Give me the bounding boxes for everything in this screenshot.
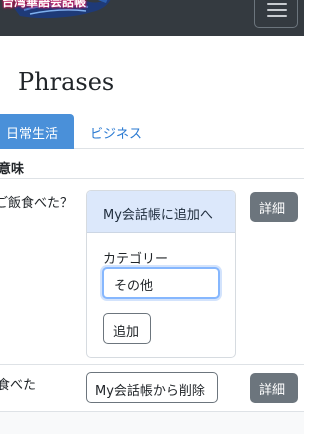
phrase-meaning: ご飯食べた？ [0, 196, 74, 211]
page-title: Phrases [18, 68, 115, 96]
menu-toggle-button[interactable] [254, 0, 298, 28]
logo-text: 台湾華語会話帳 [2, 0, 87, 9]
column-header-meaning: 意味 [0, 162, 25, 177]
logo[interactable]: 台湾華語会話帳 [0, 0, 116, 24]
tab-label: 日常生活 [6, 127, 59, 142]
category-tabs: 日常生活 ビジネス [0, 114, 304, 149]
card-header-title: My会話帳に追加へ [103, 208, 213, 223]
detail-button[interactable]: 詳細 [250, 192, 298, 222]
hamburger-icon [267, 15, 287, 17]
remove-from-notebook-button[interactable]: My会話帳から削除 [86, 372, 218, 403]
divider [0, 364, 304, 365]
tab-business[interactable]: ビジネス [90, 123, 142, 142]
navbar: 台湾華語会話帳 [0, 0, 304, 36]
detail-button-label: 詳細 [259, 202, 286, 217]
detail-button-label: 詳細 [259, 383, 286, 398]
card-header[interactable]: My会話帳に追加へ [87, 191, 235, 233]
add-button[interactable]: 追加 [103, 313, 151, 344]
hamburger-icon [267, 9, 287, 11]
add-to-notebook-card: My会話帳に追加へ カテゴリー その他 追加 [86, 190, 236, 358]
remove-button-label: My会話帳から削除 [95, 384, 205, 399]
detail-button[interactable]: 詳細 [250, 373, 298, 403]
footer-area [0, 412, 304, 434]
phrase-meaning: 食べた [0, 378, 37, 393]
category-select-value: その他 [114, 279, 154, 294]
tab-daily-life[interactable]: 日常生活 [0, 114, 74, 149]
add-button-label: 追加 [113, 325, 140, 340]
category-label: カテゴリー [103, 252, 169, 267]
divider [0, 178, 304, 179]
category-select[interactable]: その他 [102, 267, 220, 299]
hamburger-icon [267, 3, 287, 5]
